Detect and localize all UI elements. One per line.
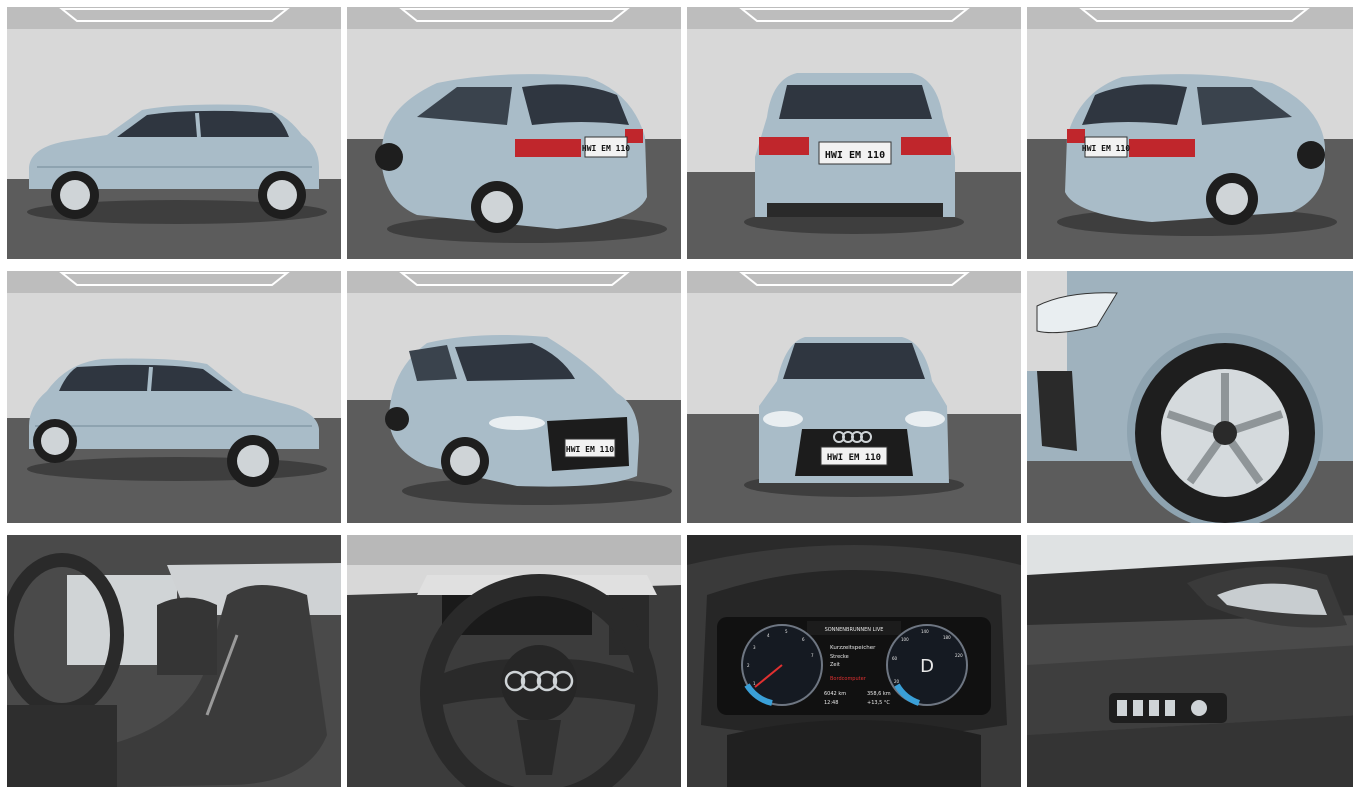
speed-tick: 180 [943, 635, 951, 640]
gallery-thumbnail-front[interactable]: HWI EM 110 [687, 271, 1021, 523]
gallery-thumbnail-side-right[interactable] [7, 271, 341, 523]
car-front-icon: HWI EM 110 [347, 271, 681, 523]
license-plate-text: HWI EM 110 [1082, 144, 1130, 153]
odometer: 6042 km [824, 691, 846, 697]
gallery-thumbnail-side-left[interactable] [7, 7, 341, 259]
gallery-thumbnail-front-three-quarter-left[interactable]: HWI EM 110 [347, 271, 681, 523]
license-plate-text: HWI EM 110 [825, 150, 885, 161]
gallery-thumbnail-steering-wheel[interactable] [347, 535, 681, 787]
gallery-thumbnail-rear[interactable]: HWI EM 110 [687, 7, 1021, 259]
license-plate-text: HWI EM 110 [582, 144, 630, 153]
speed-tick: 60 [892, 656, 898, 661]
cluster-menu-item-3: Bordcomputer [830, 676, 867, 682]
clock: 12:48 [824, 700, 838, 706]
car-front-icon: HWI EM 110 [687, 271, 1021, 523]
cluster-header: SONNENBRUNNEN LIVE [825, 627, 884, 633]
gallery-thumbnail-rear-three-quarter-right[interactable]: HWI EM 110 [1027, 7, 1353, 259]
gallery-thumbnail-rear-three-quarter-left[interactable]: HWI EM 110 [347, 7, 681, 259]
gallery-thumbnail-wheel-detail[interactable] [1027, 271, 1353, 523]
trip-distance: 358,6 km [867, 691, 891, 697]
door-icon [1027, 535, 1353, 787]
speed-tick: 100 [901, 637, 909, 642]
cluster-menu-item-1: Strecke [830, 654, 849, 660]
speed-tick: 20 [894, 679, 900, 684]
license-plate-text: HWI EM 110 [566, 445, 614, 454]
outside-temperature: +13,5 °C [867, 700, 890, 706]
cluster-menu-title: Kurzzeitspeicher [830, 645, 876, 651]
gallery-thumbnail-door-panel[interactable] [1027, 535, 1353, 787]
photo-gallery: HWI EM 110 HWI EM 110 HWI EM 110 HWI EM … [7, 7, 1353, 787]
license-plate-text: HWI EM 110 [827, 453, 881, 463]
cluster-menu-item-2: Zeit [830, 662, 840, 668]
wheel-icon [1027, 271, 1353, 523]
speed-tick: 140 [921, 629, 929, 634]
car-side-icon [7, 271, 341, 523]
car-rear-icon: HWI EM 110 [347, 7, 681, 259]
gallery-thumbnail-front-seats[interactable] [7, 535, 341, 787]
car-rear-icon: HWI EM 110 [1027, 7, 1353, 259]
car-side-icon [7, 7, 341, 259]
car-rear-icon: HWI EM 110 [687, 7, 1021, 259]
gauge-icon: SONNENBRUNNEN LIVE D Kurzzeitspeicher St… [687, 535, 1021, 787]
speed-tick: 220 [955, 653, 963, 658]
gallery-thumbnail-instrument-cluster[interactable]: SONNENBRUNNEN LIVE D Kurzzeitspeicher St… [687, 535, 1021, 787]
seat-icon [7, 535, 341, 787]
steering-wheel-icon [347, 535, 681, 787]
gear-indicator: D [920, 656, 934, 677]
